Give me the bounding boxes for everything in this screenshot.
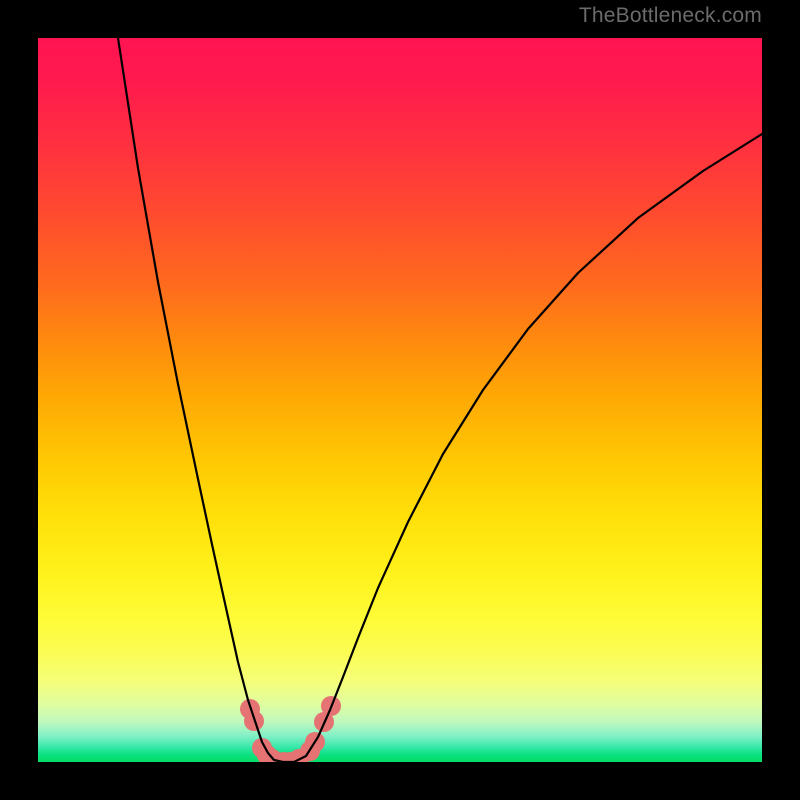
plot-area [38, 38, 762, 762]
curve-layer [38, 38, 762, 762]
bottom-marker-dots [240, 696, 341, 762]
watermark-text: TheBottleneck.com [579, 4, 762, 28]
bottleneck-curve [118, 38, 762, 762]
chart-frame: TheBottleneck.com [0, 0, 800, 800]
